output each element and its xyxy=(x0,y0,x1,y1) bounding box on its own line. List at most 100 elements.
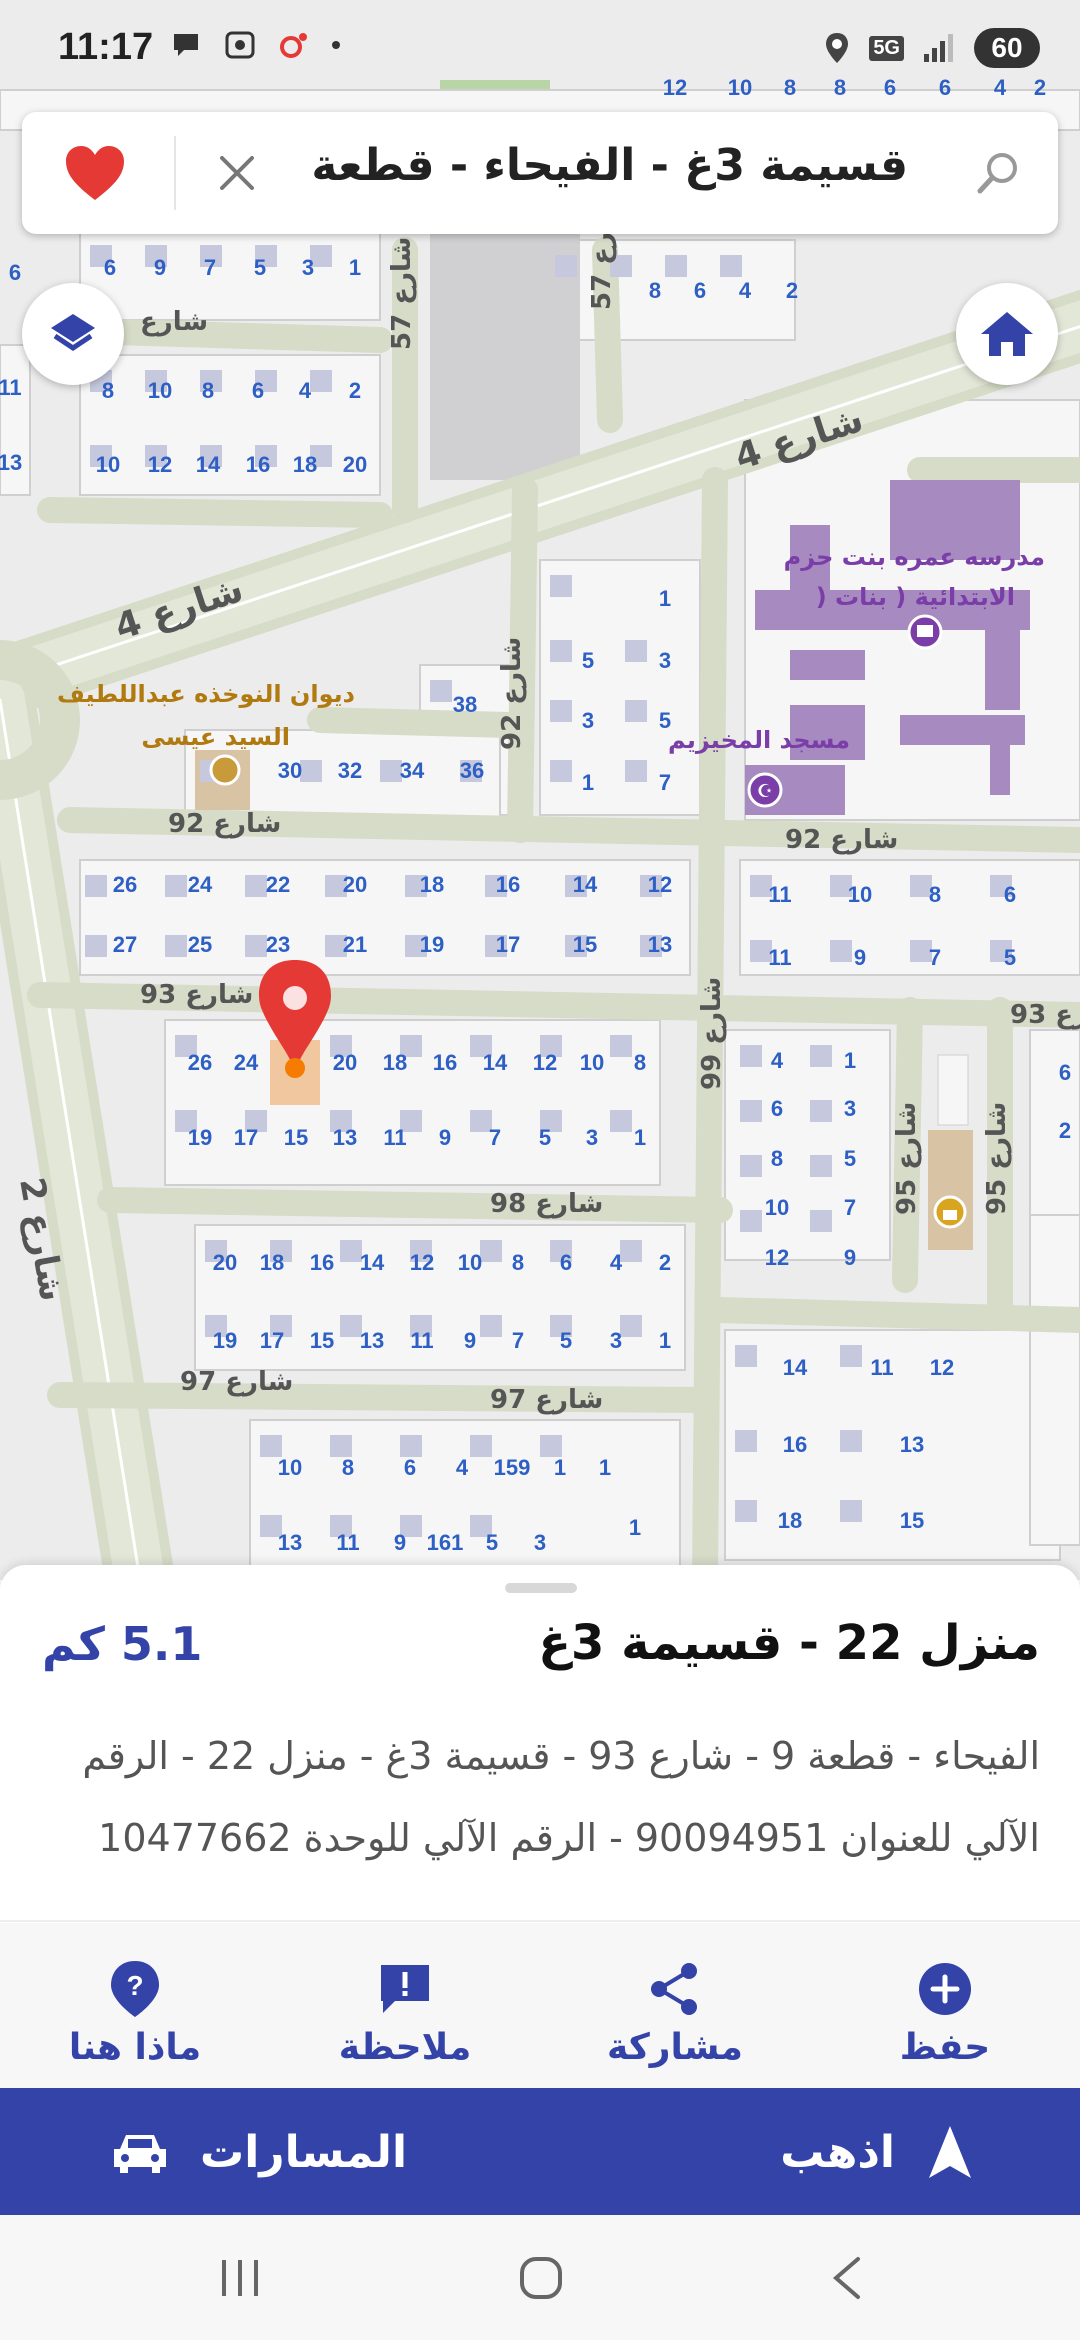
svg-text:1: 1 xyxy=(844,1048,856,1073)
status-time: 11:17 xyxy=(58,26,154,68)
svg-text:8: 8 xyxy=(929,882,941,907)
share-label: مشاركة xyxy=(607,2027,743,2068)
search-query[interactable]: قسيمة 3غ - الفيحاء - قطعة xyxy=(311,140,908,191)
svg-text:6: 6 xyxy=(1004,882,1016,907)
svg-text:18: 18 xyxy=(383,1050,407,1075)
poi-label-diwan: ديوان النوخذه عبداللطيف xyxy=(57,680,355,708)
map-canvas[interactable]: 697531 8 10 8 6 4 2 10 12 14 16 18 20 8642 15 33 51 7… xyxy=(0,0,1080,1580)
map-view[interactable]: 697531 8 10 8 6 4 2 10 12 14 16 18 20 8642 1533517… xyxy=(0,0,1080,1580)
share-icon xyxy=(651,1963,697,2015)
svg-text:2: 2 xyxy=(1059,1118,1071,1143)
search-bar[interactable]: قسيمة 3غ - الفيحاء - قطعة xyxy=(22,112,1058,234)
diwan-poi-icon xyxy=(209,754,241,786)
clear-search-icon[interactable] xyxy=(212,148,262,198)
svg-text:20: 20 xyxy=(343,872,367,897)
svg-text:5: 5 xyxy=(539,1125,551,1150)
note-button[interactable]: ملاحظة xyxy=(295,1923,515,2088)
go-button[interactable]: اذهب xyxy=(780,2088,975,2216)
svg-text:161: 161 xyxy=(427,1530,464,1555)
share-button[interactable]: مشاركة xyxy=(565,1923,785,2088)
svg-text:11: 11 xyxy=(0,375,22,400)
svg-text:12: 12 xyxy=(648,872,672,897)
save-label: حفظ xyxy=(899,2027,991,2068)
home-nav-icon[interactable] xyxy=(520,2257,562,2299)
svg-text:11: 11 xyxy=(336,1530,359,1555)
signal-icon xyxy=(924,34,953,62)
record-icon xyxy=(280,33,307,58)
sheet-drag-handle[interactable] xyxy=(505,1583,577,1593)
svg-text:30: 30 xyxy=(278,758,302,783)
svg-text:16: 16 xyxy=(496,872,520,897)
whats-here-button[interactable]: ? ماذا هنا xyxy=(25,1923,245,2088)
svg-text:8: 8 xyxy=(771,1146,783,1171)
layers-button[interactable] xyxy=(22,283,124,385)
svg-text:13: 13 xyxy=(333,1125,357,1150)
svg-text:8: 8 xyxy=(202,378,214,403)
save-button[interactable]: حفظ xyxy=(835,1923,1055,2088)
svg-text:?: ? xyxy=(126,1970,143,2001)
svg-text:14: 14 xyxy=(783,1355,808,1380)
svg-text:6: 6 xyxy=(104,255,116,280)
svg-text:20: 20 xyxy=(333,1050,357,1075)
svg-text:1: 1 xyxy=(659,1328,671,1353)
svg-text:5: 5 xyxy=(486,1530,498,1555)
svg-text:12: 12 xyxy=(410,1250,434,1275)
place-address: الفيحاء - قطعة 9 - شارع 93 - قسيمة 3غ - … xyxy=(82,1734,1040,1860)
svg-text:7: 7 xyxy=(659,770,671,795)
svg-text:20: 20 xyxy=(213,1250,237,1275)
svg-text:10: 10 xyxy=(580,1050,604,1075)
add-circle-icon xyxy=(919,1963,971,2015)
svg-text:26: 26 xyxy=(113,872,137,897)
network-type: 5G xyxy=(869,35,904,61)
svg-text:16: 16 xyxy=(246,452,270,477)
routes-button[interactable]: المسارات xyxy=(110,2088,407,2216)
svg-text:1: 1 xyxy=(582,770,594,795)
car-icon xyxy=(114,2135,166,2173)
action-row: حفظ مشاركة ملاحظة ? ماذا هنا xyxy=(0,1923,1080,2088)
svg-text:18: 18 xyxy=(778,1508,802,1533)
svg-text:7: 7 xyxy=(929,945,941,970)
svg-text:13: 13 xyxy=(648,932,672,957)
svg-text:24: 24 xyxy=(234,1050,259,1075)
svg-text:6: 6 xyxy=(771,1096,783,1121)
svg-text:25: 25 xyxy=(188,932,212,957)
svg-text:14: 14 xyxy=(573,872,598,897)
svg-text:23: 23 xyxy=(266,932,290,957)
back-icon[interactable] xyxy=(832,2257,860,2299)
street-label-s97a: شارع 97 xyxy=(180,1367,293,1397)
favorite-heart-icon[interactable] xyxy=(64,144,126,202)
svg-text:13: 13 xyxy=(0,450,22,475)
navigate-arrow-icon xyxy=(929,2126,971,2178)
svg-text:14: 14 xyxy=(483,1050,508,1075)
feedback-icon xyxy=(381,1965,429,2013)
svg-text:7: 7 xyxy=(512,1328,524,1353)
svg-text:4: 4 xyxy=(299,378,312,403)
svg-text:13: 13 xyxy=(900,1432,924,1457)
svg-text:12: 12 xyxy=(930,1355,954,1380)
svg-text:2: 2 xyxy=(349,378,361,403)
recent-apps-icon[interactable] xyxy=(222,2260,258,2296)
svg-text:4: 4 xyxy=(610,1250,623,1275)
street-label-s97b: شارع 97 xyxy=(490,1385,603,1415)
svg-text:3: 3 xyxy=(610,1328,622,1353)
street-label-s99: شارع 99 xyxy=(697,977,727,1090)
svg-text:8: 8 xyxy=(342,1455,354,1480)
svg-text:6: 6 xyxy=(252,378,264,403)
svg-text:5: 5 xyxy=(844,1146,856,1171)
svg-text:7: 7 xyxy=(844,1195,856,1220)
svg-text:9: 9 xyxy=(154,255,166,280)
svg-text:4: 4 xyxy=(739,278,752,303)
svg-text:16: 16 xyxy=(433,1050,457,1075)
screenshot-icon xyxy=(225,31,255,59)
svg-text:4: 4 xyxy=(771,1048,784,1073)
search-icon[interactable] xyxy=(974,148,1024,198)
location-icon xyxy=(826,33,849,63)
svg-text:18: 18 xyxy=(260,1250,284,1275)
street-label-s92c: شارع 92 xyxy=(785,825,898,855)
svg-text:32: 32 xyxy=(338,758,362,783)
svg-text:9: 9 xyxy=(844,1245,856,1270)
home-button[interactable] xyxy=(956,283,1058,385)
distance-label: 5.1 كم xyxy=(42,1617,203,1671)
svg-text:17: 17 xyxy=(496,932,520,957)
svg-text:10: 10 xyxy=(148,378,172,403)
